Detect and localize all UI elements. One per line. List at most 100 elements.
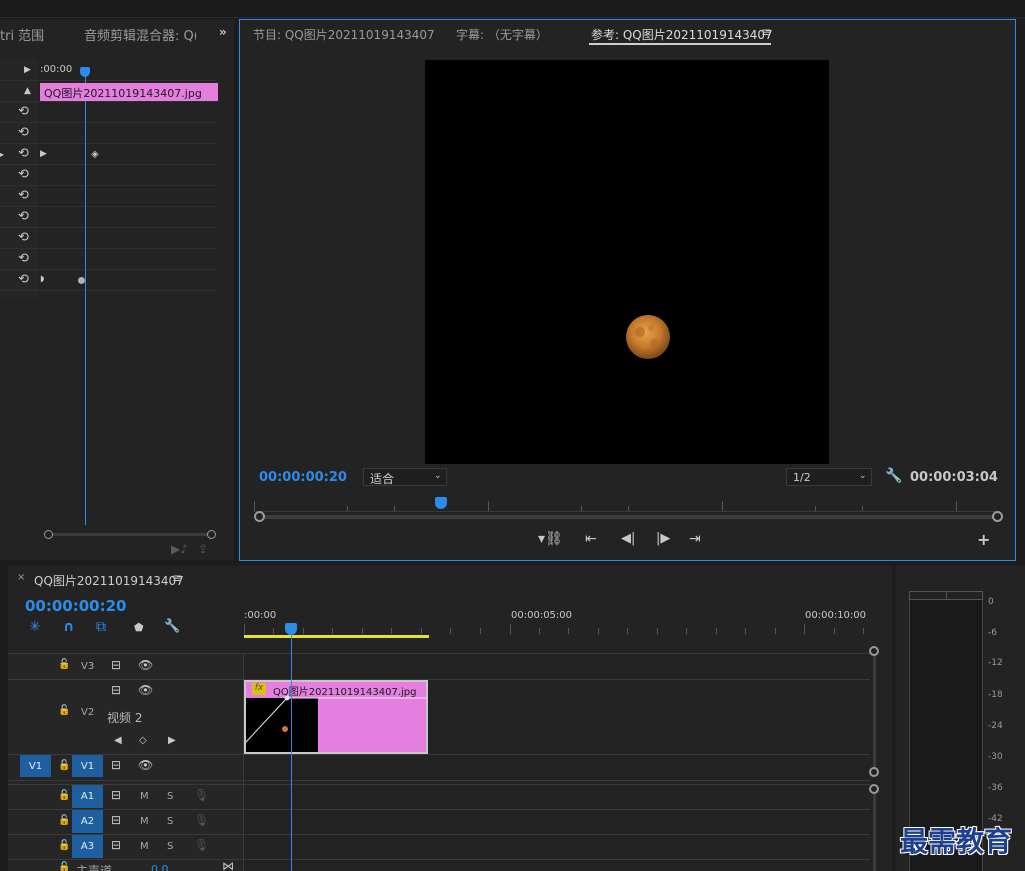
button-editor-plus-icon[interactable]: + xyxy=(977,532,990,548)
video-frame[interactable] xyxy=(425,60,829,464)
monitor-current-time[interactable]: 00:00:00:20 xyxy=(259,470,347,485)
nest-sequences-icon[interactable]: ✳ xyxy=(29,619,41,635)
go-to-in-icon[interactable]: ⇤ xyxy=(585,532,597,546)
monitor-zoom-scrollbar[interactable] xyxy=(254,511,1004,523)
audio-tracks-scrollbar[interactable] xyxy=(869,784,879,871)
step-forward-icon[interactable]: |▶ xyxy=(656,532,670,545)
mute-button[interactable]: M xyxy=(140,841,149,852)
reset-icon[interactable]: ⟲ xyxy=(18,252,29,265)
timeline-settings-wrench-icon[interactable]: 🔧 xyxy=(164,620,180,633)
solo-button[interactable]: S xyxy=(167,816,173,827)
toggle-sync-lock-icon[interactable]: ⊟ xyxy=(111,789,121,801)
lock-icon[interactable]: 🔓 xyxy=(58,761,70,771)
timeline-ruler[interactable]: :00:00 00:00:05:00 00:00:10:00 xyxy=(244,606,874,638)
tab-captions[interactable]: 字幕: （无字幕） xyxy=(456,26,548,43)
lock-icon[interactable]: 🔓 xyxy=(58,791,70,801)
track-label-v3[interactable]: V3 xyxy=(81,661,94,672)
fit-select[interactable]: 适合 ⌄ xyxy=(363,468,447,486)
eye-icon[interactable]: 👁 xyxy=(138,759,153,771)
resolution-select[interactable]: 1/2 ⌄ xyxy=(786,468,872,486)
snap-magnet-icon[interactable]: ∩ xyxy=(63,619,74,635)
reset-icon[interactable]: ⟲ xyxy=(18,189,29,202)
track-target-a1[interactable]: A1 xyxy=(72,785,103,808)
panel-menu-icon[interactable]: ≡ xyxy=(172,572,182,584)
expand-triangle-icon[interactable]: ▶ xyxy=(24,66,31,75)
prev-keyframe-icon[interactable]: ◀ xyxy=(114,736,122,746)
go-to-out-icon[interactable]: ⇥ xyxy=(689,532,701,546)
opacity-rubber-band[interactable] xyxy=(246,682,426,752)
mute-button[interactable]: M xyxy=(140,816,149,827)
track-label-v2[interactable]: V2 xyxy=(81,707,94,718)
source-patch-v1[interactable]: V1 xyxy=(20,755,51,777)
panel-overflow-icon[interactable]: » xyxy=(219,26,227,38)
ec-playhead-handle[interactable] xyxy=(80,67,90,77)
solo-button[interactable]: S xyxy=(167,791,173,802)
keyframe-arrow-icon[interactable]: ◗ xyxy=(40,275,44,283)
next-keyframe-icon[interactable]: ▶ xyxy=(168,736,176,746)
tab-lumetri-scopes[interactable]: tri 范围 xyxy=(0,25,44,44)
add-marker-icon[interactable]: ▾⛓ xyxy=(538,532,563,546)
tab-program[interactable]: 节目: QQ图片20211019143407 xyxy=(253,26,435,43)
lock-icon[interactable]: 🔓 xyxy=(58,660,70,670)
lock-icon[interactable]: 🔓 xyxy=(58,841,70,851)
timeline-clip[interactable]: fx QQ图片20211019143407.jpg xyxy=(244,680,428,754)
reset-icon[interactable]: ⟲ xyxy=(18,273,29,286)
timeline-playhead[interactable] xyxy=(291,635,292,871)
toggle-sync-lock-icon[interactable]: ⊟ xyxy=(111,839,121,851)
collapse-triangle-icon[interactable]: ▲ xyxy=(24,87,31,96)
add-keyframe-icon[interactable]: ◇ xyxy=(139,736,147,746)
keyframe-nav-icon[interactable]: ▸ xyxy=(0,151,4,159)
go-to-end-icon[interactable]: ⋈ xyxy=(222,860,234,871)
lock-icon[interactable]: 🔓 xyxy=(58,706,70,716)
track-target-v1[interactable]: V1 xyxy=(72,755,103,777)
chevron-down-icon: ⌄ xyxy=(859,471,867,481)
keyframe-diamond-icon[interactable]: ◈ xyxy=(91,150,99,160)
reset-icon[interactable]: ⟲ xyxy=(18,210,29,223)
panel-menu-icon[interactable]: ≡ xyxy=(761,26,771,38)
work-area-bar[interactable] xyxy=(244,635,429,638)
tab-audio-clip-mixer[interactable]: 音频剪辑混合器: Q( xyxy=(84,25,196,44)
ec-zoom-scrollbar[interactable] xyxy=(44,530,216,539)
eye-icon[interactable]: 👁 xyxy=(138,684,153,696)
reset-icon[interactable]: ⟲ xyxy=(18,168,29,181)
reset-icon[interactable]: ⟲ xyxy=(18,231,29,244)
microphone-icon[interactable]: 🎙 xyxy=(194,839,209,851)
track-name-v2[interactable]: 视频 2 xyxy=(107,709,142,726)
wrench-icon[interactable]: 🔧 xyxy=(885,469,902,483)
keyframe-arrow-icon[interactable]: ▶ xyxy=(40,150,47,159)
close-icon[interactable]: × xyxy=(17,573,25,583)
reset-icon[interactable]: ⟲ xyxy=(18,147,29,160)
toggle-sync-lock-icon[interactable]: ⊟ xyxy=(111,759,121,771)
monitor-playhead[interactable] xyxy=(435,497,447,509)
toggle-sync-lock-icon[interactable]: ⊟ xyxy=(111,814,121,826)
ec-playhead[interactable] xyxy=(85,67,86,525)
mute-button[interactable]: M xyxy=(140,791,149,802)
lock-icon[interactable]: 🔓 xyxy=(58,863,70,871)
step-back-icon[interactable]: ◀| xyxy=(621,532,635,545)
lock-icon[interactable]: 🔓 xyxy=(58,816,70,826)
linked-selection-icon[interactable]: ⧉ xyxy=(96,619,106,635)
ec-clip-bar[interactable]: QQ图片20211019143407.jpg xyxy=(40,83,218,101)
keyframe-dot[interactable] xyxy=(78,277,85,284)
track-target-a2[interactable]: A2 xyxy=(72,810,103,833)
reset-icon[interactable]: ⟲ xyxy=(18,105,29,118)
master-volume-value[interactable]: 0.0 xyxy=(151,863,169,871)
toggle-sync-lock-icon[interactable]: ⊟ xyxy=(111,659,121,671)
reset-icon[interactable]: ⟲ xyxy=(18,126,29,139)
monitor-time-ruler[interactable] xyxy=(254,496,1000,512)
video-tracks-scrollbar[interactable] xyxy=(869,646,879,777)
toggle-sync-lock-icon[interactable]: ⊟ xyxy=(111,684,121,696)
tab-reference[interactable]: 参考: QQ图片20211019143407 xyxy=(591,26,773,43)
microphone-icon[interactable]: 🎙 xyxy=(194,814,209,826)
solo-button[interactable]: S xyxy=(167,841,173,852)
meter-peak-boxes[interactable] xyxy=(909,591,983,600)
timeline-playhead-handle[interactable] xyxy=(285,623,297,635)
timeline-current-time[interactable]: 00:00:00:20 xyxy=(25,597,127,615)
add-marker-icon[interactable]: ⬟ xyxy=(134,622,144,633)
microphone-icon[interactable]: 🎙 xyxy=(194,789,209,801)
sequence-tab[interactable]: QQ图片20211019143407 xyxy=(34,572,184,589)
track-target-a3[interactable]: A3 xyxy=(72,835,103,858)
export-icon[interactable]: ⇪ xyxy=(198,543,208,555)
eye-icon[interactable]: 👁 xyxy=(138,659,153,671)
audio-icon[interactable]: ▶♪ xyxy=(171,543,188,555)
